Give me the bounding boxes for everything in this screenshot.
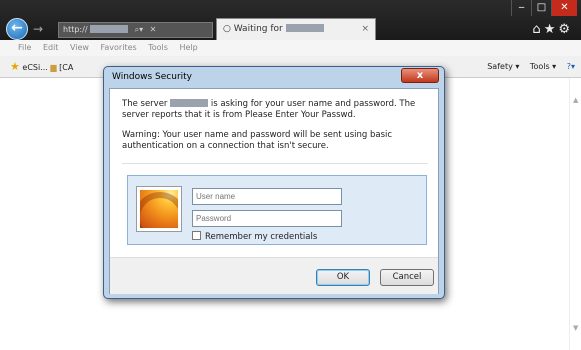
- tab-waiting[interactable]: ○ Waiting for ×: [216, 18, 376, 40]
- dialog-button-area: OK Cancel: [110, 257, 438, 294]
- tab-close-icon[interactable]: ×: [361, 19, 369, 39]
- flower-avatar-icon: [140, 190, 178, 228]
- browser-title-bar: ‒ □ ✕ ← → http:// ⌕▾ ✕ ○ Waiting for × ⌂…: [0, 0, 581, 40]
- search-icon[interactable]: ⌕▾: [135, 25, 144, 34]
- menu-tools[interactable]: Tools: [148, 43, 168, 52]
- redacted-host: [285, 24, 324, 32]
- stop-icon[interactable]: ✕: [150, 25, 157, 34]
- tab-title: Waiting for: [233, 24, 283, 34]
- ok-button[interactable]: OK: [316, 269, 370, 286]
- remember-checkbox[interactable]: [192, 231, 201, 240]
- favorites-star-icon[interactable]: ★: [544, 22, 559, 37]
- menu-bar: File Edit View Favorites Tools Help: [0, 40, 581, 56]
- address-text: http://: [63, 25, 88, 34]
- favorite-item-ecsi[interactable]: eCSi...: [22, 63, 47, 72]
- dialog-close-button[interactable]: x: [401, 68, 439, 83]
- window-controls: ‒ □ ✕: [511, 0, 577, 18]
- divider: [122, 163, 428, 164]
- redacted-host: [170, 99, 209, 107]
- username-field[interactable]: [192, 188, 342, 205]
- loading-icon: ○: [223, 24, 231, 34]
- gear-icon[interactable]: ⚙: [558, 22, 573, 37]
- menu-file[interactable]: File: [18, 43, 31, 52]
- back-button[interactable]: ←: [6, 18, 28, 40]
- server-message: The server is asking for your user name …: [122, 99, 428, 121]
- maximize-button[interactable]: □: [531, 0, 551, 16]
- remember-credentials[interactable]: Remember my credentials: [192, 231, 317, 242]
- menu-view[interactable]: View: [70, 43, 89, 52]
- dialog-title: Windows Security: [112, 72, 192, 82]
- minimize-button[interactable]: ‒: [511, 0, 531, 16]
- window-close-button[interactable]: ✕: [551, 0, 577, 16]
- favorite-item-ca[interactable]: [CA: [59, 63, 73, 72]
- warning-message: Warning: Your user name and password wil…: [122, 130, 393, 151]
- forward-button[interactable]: →: [33, 22, 43, 36]
- scroll-up-icon[interactable]: ▲: [573, 96, 578, 104]
- cancel-button[interactable]: Cancel: [380, 269, 434, 286]
- remember-label: Remember my credentials: [205, 232, 318, 242]
- help-menu[interactable]: ?▾: [567, 62, 575, 71]
- menu-help[interactable]: Help: [179, 43, 197, 52]
- menu-edit[interactable]: Edit: [43, 43, 59, 52]
- scroll-down-icon[interactable]: ▼: [573, 324, 578, 332]
- tools-menu[interactable]: Tools ▾: [530, 62, 556, 71]
- redacted-host: [90, 25, 129, 33]
- dialog-body: The server is asking for your user name …: [109, 88, 439, 294]
- browser-right-icons: ⌂★⚙: [532, 22, 573, 37]
- password-field[interactable]: [192, 210, 342, 227]
- home-icon[interactable]: ⌂: [532, 22, 543, 37]
- safety-menu[interactable]: Safety ▾: [487, 62, 519, 71]
- credential-panel: Remember my credentials: [127, 175, 427, 245]
- favorites-star-icon[interactable]: ★: [10, 60, 20, 73]
- command-bar: Safety ▾ Tools ▾ ?▾: [479, 56, 575, 78]
- folder-icon: ▆: [50, 63, 57, 72]
- server-message-start: The server: [122, 99, 168, 109]
- windows-security-dialog: Windows Security x The server is asking …: [103, 66, 445, 299]
- scrollbar[interactable]: ▲ ▼: [569, 78, 581, 350]
- menu-favorites[interactable]: Favorites: [101, 43, 137, 52]
- address-bar[interactable]: http:// ⌕▾ ✕: [58, 22, 213, 38]
- user-avatar: [136, 186, 182, 232]
